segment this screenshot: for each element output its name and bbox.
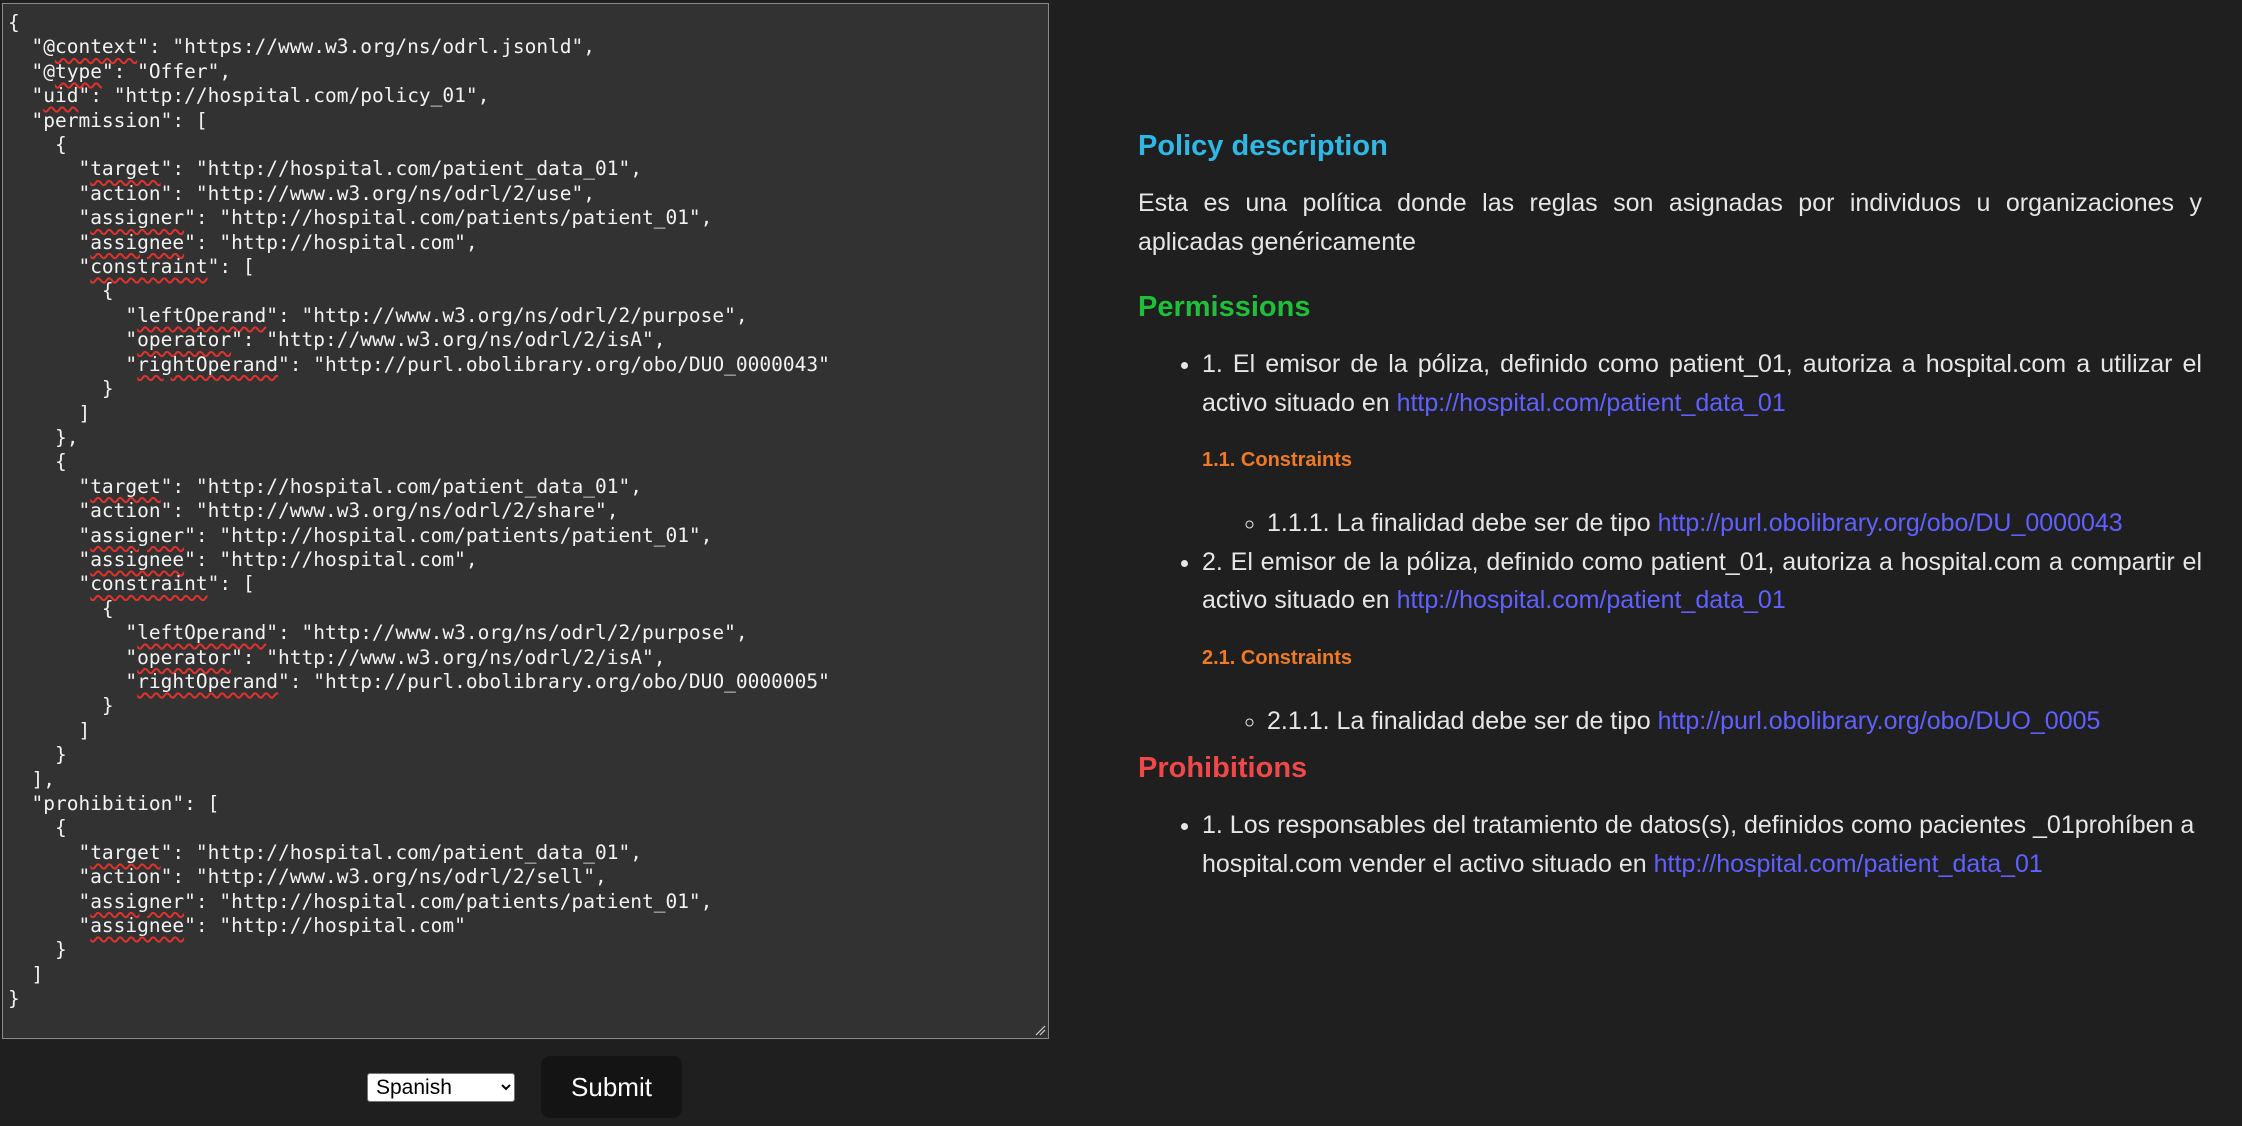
prohibitions-heading: Prohibitions	[1138, 752, 1308, 784]
permission-item: 1. El emisor de la póliza, definido como…	[1202, 345, 2202, 543]
policy-output-panel: Policy description Esta es una política …	[1138, 118, 2202, 883]
controls-bar: Spanish Submit	[367, 1056, 682, 1118]
language-select[interactable]: Spanish	[367, 1072, 515, 1102]
policy-description-text: Esta es una política donde las reglas so…	[1138, 189, 2202, 256]
constraint-text: 2.1.1. La finalidad debe ser de tipo	[1267, 706, 1658, 735]
constraint-text: 1.1.1. La finalidad debe ser de tipo	[1267, 509, 1658, 537]
policy-json-editor[interactable]: { "@context": "https://www.w3.org/ns/odr…	[2, 3, 1049, 1039]
constraint-item: 2.1.1. La finalidad debe ser de tipo htt…	[1267, 702, 2202, 741]
constraints-heading: 2.1. Constraints	[1202, 646, 1353, 669]
permission-item: 2. El emisor de la póliza, definido como…	[1202, 543, 2202, 741]
prohibitions-list: 1. Los responsables del tratamiento de d…	[1138, 806, 2202, 883]
permission-target-link[interactable]: http://hospital.com/patient_data_01	[1397, 586, 1786, 614]
submit-button[interactable]: Submit	[541, 1056, 682, 1118]
constraint-item: 1.1.1. La finalidad debe ser de tipo htt…	[1267, 504, 2202, 543]
constraint-link[interactable]: http://purl.obolibrary.org/obo/DU_000004…	[1658, 509, 2123, 537]
permissions-heading: Permissions	[1138, 291, 1311, 323]
app-page: { "@context": "https://www.w3.org/ns/odr…	[0, 0, 2242, 1126]
constraints-heading: 1.1. Constraints	[1202, 449, 1353, 471]
prohibition-item: 1. Los responsables del tratamiento de d…	[1202, 806, 2202, 883]
permission-target-link[interactable]: http://hospital.com/patient_data_01	[1397, 389, 1786, 417]
constraint-link[interactable]: http://purl.obolibrary.org/obo/DUO_0005	[1658, 707, 2101, 735]
prohibition-target-link[interactable]: http://hospital.com/patient_data_01	[1654, 850, 2043, 878]
policy-json-text[interactable]: { "@context": "https://www.w3.org/ns/odr…	[3, 4, 1048, 1012]
constraints-list: 1.1.1. La finalidad debe ser de tipo htt…	[1202, 504, 2202, 543]
policy-description-heading: Policy description	[1138, 130, 1388, 162]
permissions-list: 1. El emisor de la póliza, definido como…	[1138, 345, 2202, 740]
resize-handle-icon[interactable]	[1034, 1024, 1046, 1036]
constraints-list: 2.1.1. La finalidad debe ser de tipo htt…	[1202, 702, 2202, 741]
